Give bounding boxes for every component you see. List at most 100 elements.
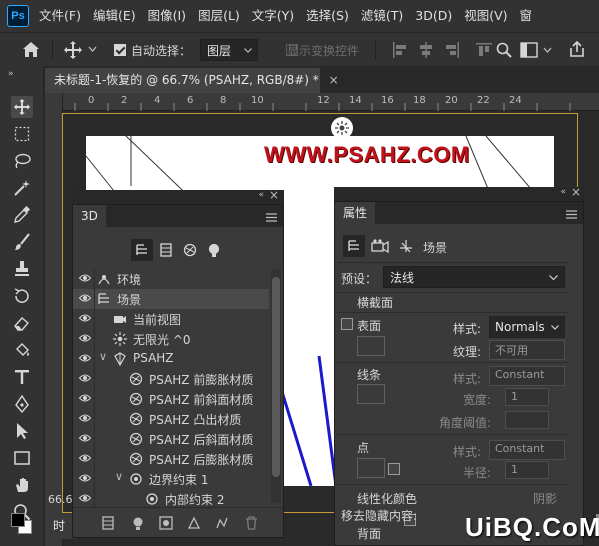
surface-color-swatch[interactable] xyxy=(357,336,385,356)
auto-select-checkbox[interactable] xyxy=(114,44,126,56)
share-icon[interactable] xyxy=(568,40,586,58)
menu-type[interactable]: 文字(Y) xyxy=(246,0,300,32)
menu-file[interactable]: 文件(F) xyxy=(33,0,87,32)
coordinates-icon[interactable] xyxy=(399,239,413,253)
workspace-icon[interactable] xyxy=(520,42,538,58)
texture-dropdown[interactable]: 不可用 xyxy=(489,340,565,360)
trash-icon[interactable] xyxy=(245,516,258,530)
tab-properties[interactable]: 属性 xyxy=(335,202,376,224)
paint-bucket-tool-icon[interactable] xyxy=(11,339,33,361)
new-mesh-icon[interactable] xyxy=(101,516,115,530)
layer-row[interactable]: PSAHZ 后斜面材质 xyxy=(73,429,269,449)
preset-dropdown[interactable]: 法线 xyxy=(383,266,565,288)
layer-row[interactable]: PSAHZ 前斜面材质 xyxy=(73,389,269,409)
move-tool-icon[interactable] xyxy=(64,41,82,59)
points-style-dropdown[interactable]: Constant xyxy=(489,440,565,460)
menu-image[interactable]: 图像(I) xyxy=(142,0,192,32)
rectangle-tool-icon[interactable] xyxy=(11,447,33,469)
close-icon[interactable]: × xyxy=(329,73,339,87)
3d-orbit-widget-icon[interactable] xyxy=(331,117,353,139)
eye-icon[interactable] xyxy=(79,453,91,463)
render-icon[interactable] xyxy=(159,516,173,530)
layer-row[interactable]: PSAHZ 凸出材质 xyxy=(73,409,269,429)
menu-3d[interactable]: 3D(D) xyxy=(409,0,458,32)
camera-properties-icon[interactable] xyxy=(371,239,389,253)
align-left-icon[interactable] xyxy=(392,42,408,58)
layer-row[interactable]: 场景 xyxy=(73,289,269,309)
magic-wand-tool-icon[interactable] xyxy=(11,177,33,199)
eye-icon[interactable] xyxy=(79,493,91,503)
menu-edit[interactable]: 编辑(E) xyxy=(87,0,142,32)
layer-row[interactable]: 无限光 ^0 xyxy=(73,329,269,349)
angle-threshold-field[interactable] xyxy=(505,411,549,429)
eye-icon[interactable] xyxy=(79,293,91,303)
layer-row[interactable]: PSAHZ 前膨胀材质 xyxy=(73,369,269,389)
hand-tool-icon[interactable] xyxy=(11,474,33,496)
pen-tool-icon[interactable] xyxy=(11,393,33,415)
constraint-icon[interactable] xyxy=(215,516,229,530)
chevron-down-icon[interactable]: ∨ xyxy=(115,470,123,483)
collapse-toolbar-icon[interactable]: » xyxy=(8,69,14,79)
layer-row[interactable]: PSAHZ 后膨胀材质 xyxy=(73,449,269,469)
eye-icon[interactable] xyxy=(79,413,91,423)
panel-menu-icon[interactable] xyxy=(566,210,577,219)
eyedropper-tool-icon[interactable] xyxy=(11,204,33,226)
new-light-icon[interactable] xyxy=(131,516,145,530)
align-top-icon[interactable] xyxy=(476,42,492,58)
eye-icon[interactable] xyxy=(79,353,91,363)
menu-select[interactable]: 选择(S) xyxy=(300,0,355,32)
filter-material-icon[interactable] xyxy=(183,243,197,257)
eye-icon[interactable] xyxy=(79,273,91,283)
eye-icon[interactable] xyxy=(79,433,91,443)
filter-light-icon[interactable] xyxy=(207,243,221,258)
points-checkbox[interactable] xyxy=(388,463,401,475)
layer-row[interactable]: ∨ 边界约束 1 xyxy=(73,469,269,489)
stamp-tool-icon[interactable] xyxy=(11,258,33,280)
surface-style-dropdown[interactable]: Normals xyxy=(489,316,565,338)
close-panel-icon[interactable]: × xyxy=(269,188,279,202)
lines-width-field[interactable]: 1 xyxy=(505,388,549,406)
menu-layer[interactable]: 图层(L) xyxy=(192,0,246,32)
filter-scene-icon[interactable] xyxy=(131,239,153,261)
chevron-down-icon[interactable] xyxy=(88,46,97,52)
align-center-icon[interactable] xyxy=(418,42,434,58)
menu-view[interactable]: 视图(V) xyxy=(458,0,513,32)
zoom-level[interactable]: 66.6 xyxy=(48,493,73,506)
brush-tool-icon[interactable] xyxy=(11,231,33,253)
menu-window[interactable]: 窗 xyxy=(514,0,539,32)
layer-row[interactable]: ∨ PSAHZ xyxy=(73,349,269,369)
type-tool-icon[interactable] xyxy=(11,366,33,388)
collapse-panel-icon[interactable]: « xyxy=(258,190,264,200)
close-panel-icon[interactable]: × xyxy=(571,185,581,199)
collapse-panel-icon[interactable]: « xyxy=(560,187,566,197)
document-tab[interactable]: 未标题-1-恢复的 @ 66.7% (PSAHZ, RGB/8#) * × xyxy=(45,68,339,93)
panel-menu-icon[interactable] xyxy=(266,213,277,222)
eye-icon[interactable] xyxy=(79,373,91,383)
move-tool-icon[interactable] xyxy=(11,96,33,118)
history-brush-tool-icon[interactable] xyxy=(11,285,33,307)
layer-select-dropdown[interactable]: 图层 xyxy=(200,39,258,61)
marquee-tool-icon[interactable] xyxy=(11,123,33,145)
path-selection-tool-icon[interactable] xyxy=(11,420,33,442)
rasterize-icon[interactable] xyxy=(187,516,201,530)
lines-style-dropdown[interactable]: Constant xyxy=(489,366,565,386)
eye-icon[interactable] xyxy=(79,473,91,483)
eye-icon[interactable] xyxy=(79,313,91,323)
lasso-tool-icon[interactable] xyxy=(11,150,33,172)
chevron-down-icon[interactable]: ∨ xyxy=(99,350,107,363)
eye-icon[interactable] xyxy=(79,393,91,403)
cross-section-checkbox[interactable] xyxy=(341,318,353,330)
scene-properties-icon[interactable] xyxy=(343,235,365,257)
search-icon[interactable] xyxy=(496,42,512,58)
layer-row[interactable]: 内部约束 2 xyxy=(73,489,269,509)
scrollbar[interactable] xyxy=(271,269,281,503)
layer-row[interactable]: 环境 xyxy=(73,269,269,289)
chevron-down-icon[interactable] xyxy=(543,47,552,53)
layer-row[interactable]: 当前视图 xyxy=(73,309,269,329)
points-color-swatch[interactable] xyxy=(357,458,385,478)
points-radius-field[interactable]: 1 xyxy=(505,461,549,479)
home-icon[interactable] xyxy=(22,41,40,58)
color-swatches-icon[interactable] xyxy=(8,510,36,538)
eraser-tool-icon[interactable] xyxy=(11,312,33,334)
eye-icon[interactable] xyxy=(79,333,91,343)
